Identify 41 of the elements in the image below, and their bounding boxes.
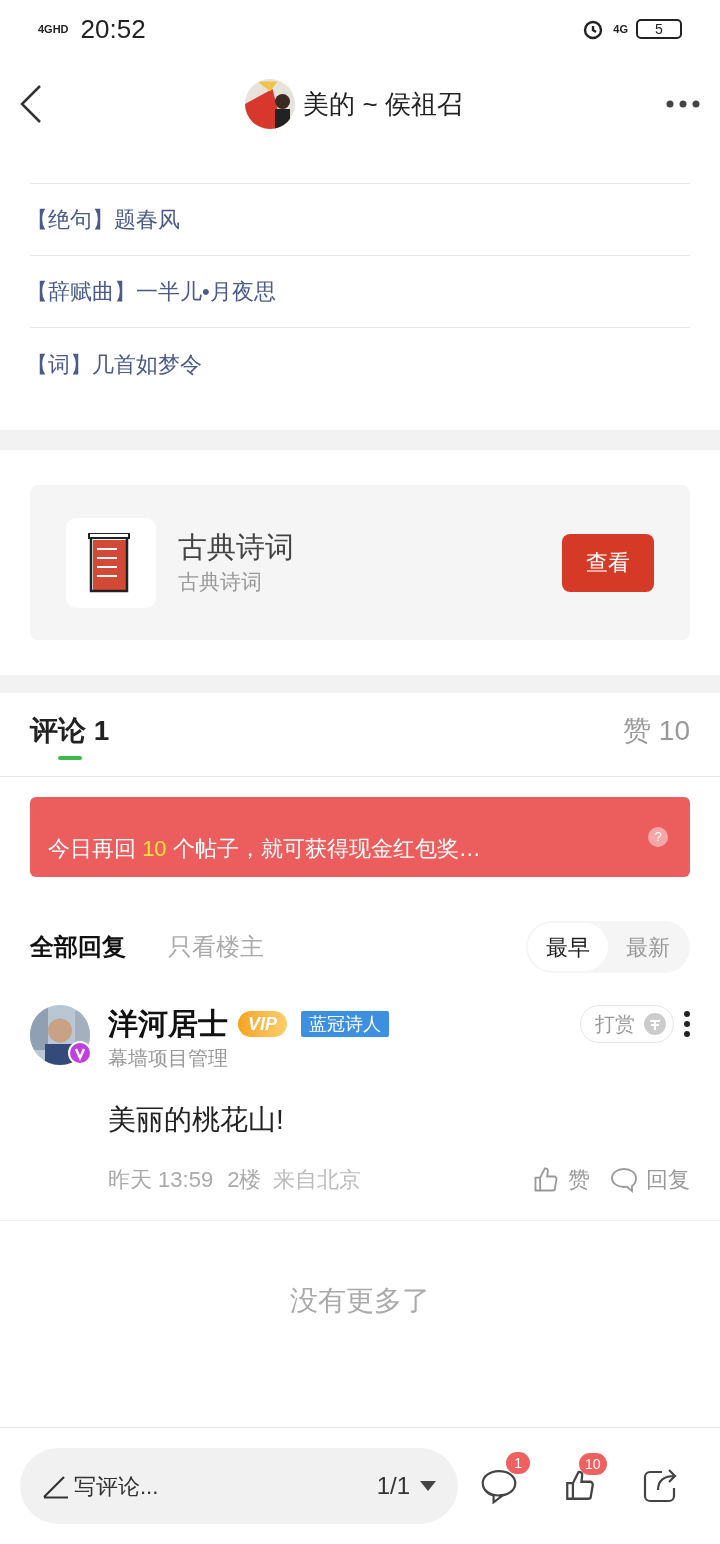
article-link[interactable]: 【词】几首如梦令 — [26, 347, 202, 381]
vip-badge: VIP — [238, 1011, 287, 1037]
article-link[interactable]: 【辞赋曲】一半儿•月夜思 — [26, 275, 276, 308]
mobile-data-label: 4G — [613, 21, 628, 37]
commenter-name[interactable]: 洋河居士 — [108, 1007, 228, 1041]
back-icon[interactable] — [20, 84, 42, 124]
end-of-list-text: 没有更多了 — [290, 1284, 430, 1318]
page-indicator[interactable]: 1/1 — [376, 1468, 410, 1504]
dropdown-icon[interactable] — [420, 1481, 436, 1491]
more-vertical-icon[interactable] — [684, 1011, 690, 1037]
comment-text: 美丽的桃花山! — [108, 1103, 285, 1137]
comment-location: 来自北京 — [273, 1166, 362, 1194]
speech-bubble-icon[interactable] — [480, 1468, 519, 1504]
speech-bubble-icon — [610, 1166, 638, 1193]
thumbs-up-icon[interactable] — [563, 1469, 597, 1503]
comment-input[interactable]: 写评论... 1/1 — [20, 1448, 458, 1524]
comment-placeholder: 写评论... — [74, 1472, 159, 1501]
thumbs-up-icon — [532, 1165, 560, 1194]
coin-icon — [643, 1012, 667, 1036]
commenter-title: 幕墙项目管理 — [108, 1046, 229, 1071]
collection-subtitle: 古典诗词 — [178, 568, 263, 595]
verified-icon — [68, 1041, 92, 1065]
network-label: 4GHD — [38, 21, 69, 37]
comment-tab[interactable]: 评论 1 — [30, 709, 110, 752]
comment-time: 昨天 13:59 — [108, 1166, 214, 1194]
collection-title: 古典诗词 — [178, 529, 295, 565]
filter-tab[interactable]: 全部回复 — [30, 929, 126, 965]
battery-indicator: 5 — [636, 19, 682, 39]
sort-option[interactable]: 最早 — [528, 923, 608, 971]
header-title: 美的 ~ 侯祖召 — [303, 87, 463, 121]
title-badge: 蓝冠诗人 — [301, 1011, 389, 1037]
status-time: 20:52 — [80, 12, 146, 46]
like-count-badge: 10 — [579, 1453, 607, 1475]
floor-number: 2楼 — [227, 1166, 262, 1194]
banner-text: 今日再回 10 个帖子，就可获得现金红包奖… — [48, 835, 481, 863]
pen-icon — [42, 1473, 68, 1499]
more-icon[interactable] — [666, 100, 700, 108]
share-icon[interactable] — [641, 1468, 678, 1504]
view-button[interactable]: 查看 — [562, 533, 654, 592]
comment-count-badge: 1 — [506, 1452, 531, 1474]
article-link[interactable]: 【绝句】题春风 — [26, 203, 180, 236]
